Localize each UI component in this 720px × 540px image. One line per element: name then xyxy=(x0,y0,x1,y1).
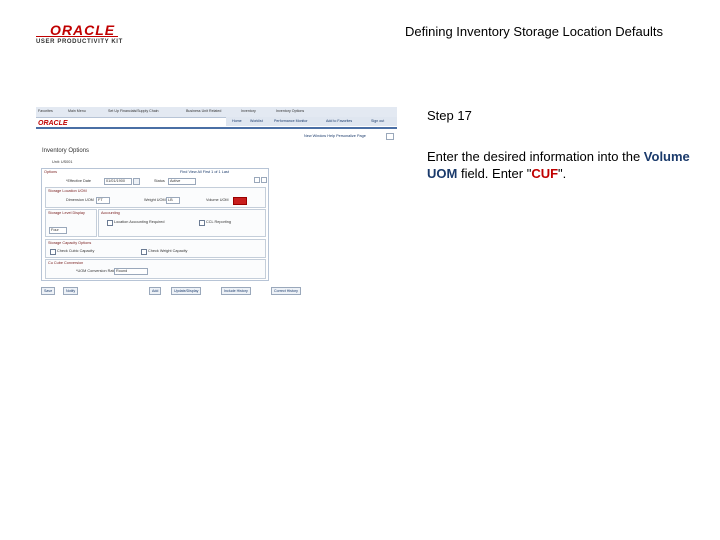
row-navigation[interactable]: Find View All First 1 of 1 Last xyxy=(180,170,229,174)
storage-capacity-group: Storage Capacity Options Check Cubic Cap… xyxy=(45,239,266,258)
ccl-reporting-label: CCL Reporting xyxy=(206,220,231,224)
include-history-button[interactable]: Include History xyxy=(221,287,251,295)
nav-link-favorites[interactable]: Add to Favorites xyxy=(326,119,352,123)
update-display-button[interactable]: Update/Display xyxy=(171,287,202,295)
group-title: Cu Cube Conversion xyxy=(48,261,84,265)
instruction-text: Enter the desired information into the V… xyxy=(427,148,697,182)
app-oracle-logo: ORACLE xyxy=(38,120,68,127)
breadcrumb-item[interactable]: Business Unit Related xyxy=(186,109,221,113)
uom-conversion-select[interactable]: Round xyxy=(114,268,148,275)
cube-conversion-group: Cu Cube Conversion *UOM Conversion Rate … xyxy=(45,259,266,279)
location-accounting-label: Location Accounting Required xyxy=(114,220,165,224)
header-rule xyxy=(36,127,397,129)
unit-label: Unit: US001 xyxy=(52,160,73,164)
top-nav-bar: Home Worklist Performance Monitor Add to… xyxy=(226,117,397,126)
action-button-bar: Save Notify Add Update/Display Include H… xyxy=(41,287,311,295)
status-label: Status xyxy=(154,179,165,183)
save-button[interactable]: Save xyxy=(41,287,56,295)
accounting-group: Accounting Location Accounting Required … xyxy=(98,209,266,237)
check-cubic-checkbox[interactable] xyxy=(50,249,56,255)
effective-date-field[interactable]: 01/01/1900 xyxy=(104,178,132,185)
options-label: Options xyxy=(44,170,58,174)
check-weight-checkbox[interactable] xyxy=(141,249,147,255)
step-number: Step 17 xyxy=(427,108,472,123)
calendar-icon[interactable] xyxy=(133,178,140,185)
nav-link-performance[interactable]: Performance Monitor xyxy=(274,119,308,123)
storage-level-select[interactable]: Four xyxy=(49,227,67,234)
add-button[interactable]: Add xyxy=(149,287,162,295)
instruction-part: Enter the desired information into the xyxy=(427,149,644,164)
check-weight-label: Check Weight Capacity xyxy=(148,249,188,253)
delete-row-icon[interactable] xyxy=(261,177,267,183)
volume-uom-field[interactable] xyxy=(233,197,247,205)
nav-link-worklist[interactable]: Worklist xyxy=(250,119,263,123)
group-title: Storage Location UOM xyxy=(48,189,87,193)
dimension-uom-label: Dimension UOM xyxy=(66,198,94,202)
logo-divider xyxy=(36,36,118,37)
volume-uom-label: Volume UOM xyxy=(206,198,229,202)
dimension-uom-field[interactable]: FT xyxy=(96,197,110,204)
group-title: Accounting xyxy=(101,211,120,215)
location-accounting-checkbox[interactable] xyxy=(107,220,113,226)
group-title: Storage Capacity Options xyxy=(48,241,92,245)
correct-history-button[interactable]: Correct History xyxy=(271,287,301,295)
breadcrumb-item[interactable]: Set Up Financials/Supply Chain xyxy=(108,109,159,113)
page-title: Inventory Options xyxy=(42,148,90,154)
breadcrumb-item[interactable]: Favorites xyxy=(38,109,53,113)
weight-uom-field[interactable]: LB xyxy=(166,197,180,204)
nav-link-signout[interactable]: Sign out xyxy=(371,119,384,123)
upk-logo-text: USER PRODUCTIVITY KIT xyxy=(36,39,123,45)
add-row-icon[interactable] xyxy=(254,177,260,183)
uom-conversion-label: *UOM Conversion Rate xyxy=(76,269,116,273)
options-panel: Options Find View All First 1 of 1 Last … xyxy=(41,168,269,281)
check-cubic-label: Check Cubic Capacity xyxy=(57,249,95,253)
effective-date-label: *Effective Date xyxy=(66,179,92,183)
breadcrumb-item[interactable]: Inventory Options xyxy=(276,109,304,113)
instruction-value: CUF xyxy=(531,166,559,181)
notify-button[interactable]: Notify xyxy=(63,287,79,295)
status-select[interactable]: Active xyxy=(168,178,196,185)
storage-level-display-group: Storage Level Display Four xyxy=(45,209,97,237)
breadcrumb-item[interactable]: Main Menu xyxy=(68,109,86,113)
group-title: Storage Level Display xyxy=(48,211,85,215)
weight-uom-label: Weight UOM xyxy=(144,198,166,202)
nav-link-home[interactable]: Home xyxy=(232,119,242,123)
instruction-part: field. Enter " xyxy=(457,166,532,181)
application-screenshot: Favorites Main Menu Set Up Financials/Su… xyxy=(36,107,397,297)
ccl-reporting-checkbox[interactable] xyxy=(199,220,205,226)
document-title: Defining Inventory Storage Location Defa… xyxy=(405,24,663,39)
instruction-part: ". xyxy=(558,166,567,181)
page-utility-links[interactable]: New Window Help Personalize Page xyxy=(304,134,366,138)
breadcrumb-item[interactable]: Inventory xyxy=(241,109,256,113)
help-icon[interactable] xyxy=(386,133,394,140)
